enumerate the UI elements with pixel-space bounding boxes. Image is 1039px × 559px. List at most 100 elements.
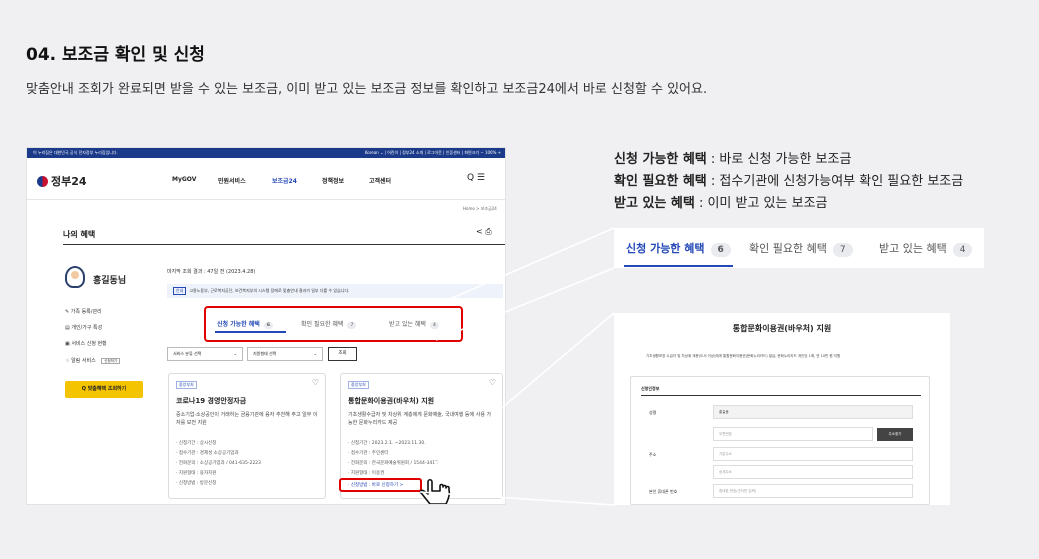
heart-icon[interactable]: ♡ [312, 378, 319, 387]
notice-text: 고용노동부, 근로복지공단, 보건복지부의 시스템 장애로 맞춤안내 결과가 일… [189, 288, 350, 293]
zoom-tab-available-count: 6 [710, 243, 731, 257]
last-query-result: 마지막 조회 결과 : 47일 전 (2023.4.28) [167, 269, 256, 275]
share-print-icons[interactable]: < ⎙ [476, 227, 492, 237]
zoom-active-underline [624, 265, 733, 267]
explain-available-text: : 바로 신청 가능한 보조금 [706, 152, 852, 167]
benefit-search-button[interactable]: Q 맞춤혜택 조회하기 [65, 381, 143, 398]
zoom-tab-check-needed[interactable]: 확인 필요한 혜택 7 [749, 240, 853, 257]
applicant-info-box: 신청인정보 성명 홍길동 우편번호 주소찾기 주소 기본주소 상세주소 본인 휴… [630, 376, 930, 505]
card-info-text: 접수기관 : 주민센터 [350, 451, 389, 456]
explain-check-needed: 확인 필요한 혜택 : 접수기관에 신청가능여부 확인 필요한 보조금 [614, 170, 963, 189]
card-info: · 지원형태 : 융자지원 [176, 471, 217, 476]
card-info: · 접수기관 : 경제성 소상공기업과 [176, 451, 239, 456]
nav-policy-info[interactable]: 정책정보 [322, 176, 344, 185]
explain-receiving: 받고 있는 혜택 : 이미 받고 있는 보조금 [614, 192, 828, 211]
zoom-tab-receiving-count: 4 [952, 243, 973, 257]
nav-civil-service[interactable]: 민원서비스 [218, 176, 246, 185]
logo-text: 정부24 [51, 175, 87, 188]
my-benefits-title: 나의 혜택 [63, 230, 96, 239]
divider [63, 244, 505, 245]
card-info: · 접수기관 : 주민센터 [348, 451, 389, 456]
query-button[interactable]: 조회 [328, 347, 357, 361]
card-info-text: 접수기관 : 경제성 소상공기업과 [178, 451, 239, 456]
card-desc: 중소기업·소상공인이 거래하는 금융기관에 융자 추천해 주고 일부 이자를 보… [176, 412, 318, 426]
zoom-tab-available[interactable]: 신청 가능한 혜택 6 [626, 240, 731, 257]
postcode-field[interactable]: 우편번호 [713, 427, 873, 441]
name-label: 성명 [649, 410, 657, 415]
card-tag: 중앙부처 [348, 381, 369, 389]
gov-banner: 이 누리집은 대한민국 공식 전자정부 누리집입니다. Korean ⌄ | 어… [27, 148, 505, 158]
heart-icon[interactable]: ♡ [489, 378, 496, 387]
site-header: 정부24 MyGOV 민원서비스 보조금24 정책정보 고객센터 Q ☰ [27, 158, 505, 200]
menu-household[interactable]: ▤ 개인/가구 특성 [65, 324, 102, 331]
zoom-tab-check-count: 7 [832, 243, 853, 257]
nav-subsidy24[interactable]: 보조금24 [272, 176, 297, 185]
notice-bar: 안내 고용노동부, 근로복지공단, 보건복지부의 시스템 장애로 맞춤안내 결과가… [167, 284, 503, 298]
portal-screenshot: 이 누리집은 대한민국 공식 전자정부 누리집입니다. Korean ⌄ | 어… [26, 147, 506, 505]
card-desc: 기초생활수급자 및 차상위 계층에게 문화예술, 국내여행 등에 사용 가능한 … [348, 412, 492, 426]
zoom-tab-available-label: 신청 가능한 혜택 [626, 242, 705, 255]
form-title: 통합문화이용권(바우처) 지원 [732, 324, 832, 333]
section-description: 맞춤안내 조회가 완료되면 받을 수 있는 보조금, 이미 받고 있는 보조금 … [26, 82, 708, 97]
card-tag: 중앙부처 [176, 381, 197, 389]
explain-receiving-term: 받고 있는 혜택 [614, 196, 695, 211]
taegeuk-icon [37, 175, 48, 187]
zoom-tab-check-label: 확인 필요한 혜택 [749, 242, 827, 255]
menu-family[interactable]: ✎ 가족 등록/관리 [65, 308, 102, 315]
application-form-preview: 통합문화이용권(바우처) 지원 기초생활보장 수급자 및 차상위 계층(도서 이… [614, 313, 950, 505]
address-field[interactable]: 기본주소 [713, 447, 913, 461]
site-logo[interactable]: 정부24 [37, 173, 87, 189]
breadcrumb: Home > 보조금24 [463, 206, 497, 211]
menu-status[interactable]: ▣ 서비스 신청 현황 [65, 340, 107, 347]
utility-links[interactable]: Korean ⌄ | 어린이 | 정부24 소개 | 로그아웃 | 인증센터 |… [365, 148, 501, 158]
card-info: · 신청기간 : 상시신청 [176, 441, 217, 446]
service-category-select[interactable]: 서비스 분류 선택 ⌄ [167, 347, 243, 361]
explain-receiving-text: : 이미 받고 있는 보조금 [694, 196, 828, 211]
chevron-down-icon: ⌄ [313, 351, 317, 356]
card-info: · 전화문의 : 소상공기업과 / 041-635-2223 [176, 461, 261, 466]
card-info: · 신청방법 : 방문신청 [176, 481, 217, 486]
address-detail-field[interactable]: 상세주소 [713, 465, 913, 479]
nav-customer-center[interactable]: 고객센터 [369, 176, 391, 185]
notice-badge: 안내 [173, 287, 187, 295]
address-search-button[interactable]: 주소찾기 [877, 428, 913, 441]
nav-mygov[interactable]: MyGOV [172, 176, 196, 183]
menu-alarm-label: 알림 서비스 [71, 358, 96, 364]
explain-available-term: 신청 가능한 혜택 [614, 152, 707, 167]
service-category-value: 서비스 분류 선택 [173, 351, 202, 356]
support-type-select[interactable]: 지원형태 선택 ⌄ [247, 347, 323, 361]
tabs-highlight-box [204, 306, 463, 342]
explain-available: 신청 가능한 혜택 : 바로 신청 가능한 보조금 [614, 148, 851, 167]
zoom-tab-receiving[interactable]: 받고 있는 혜택 4 [879, 240, 973, 257]
section-title: 04. 보조금 확인 및 신청 [26, 45, 205, 65]
card-title: 통합문화이용권(바우처) 지원 [348, 397, 435, 405]
search-menu-icons[interactable]: Q ☰ [467, 173, 485, 183]
phone-label: 본인 휴대폰 번호 [649, 489, 678, 494]
menu-status-label: 서비스 신청 현황 [71, 341, 107, 347]
name-field[interactable]: 홍길동 [713, 405, 913, 419]
card-info-text: 전화문의 : 소상공기업과 / 041-635-2223 [178, 461, 261, 466]
user-name: 홍길동님 [93, 276, 127, 286]
card-info: · 지원형태 : 이용권 [348, 471, 385, 476]
divider [641, 395, 921, 396]
form-desc: 기초생활보장 수급자 및 차상위 계층(도서 이상)에게 통합문화이용권(문화누… [646, 354, 841, 358]
explain-check-term: 확인 필요한 혜택 [614, 174, 707, 189]
benefit-card[interactable]: 중앙부처 ♡ 코로나19 경영안정자금 중소기업·소상공인이 거래하는 금융기관… [168, 373, 326, 499]
menu-family-label: 가족 등록/관리 [70, 309, 102, 315]
gov-banner-text: 이 누리집은 대한민국 공식 전자정부 누리집입니다. [33, 150, 118, 155]
zoom-tab-receiving-label: 받고 있는 혜택 [879, 242, 947, 255]
applicant-info-heading: 신청인정보 [641, 386, 660, 391]
pointer-hand-icon [419, 478, 451, 504]
phone-field[interactable]: 휴대폰 번호(숫자만 입력) [713, 484, 913, 498]
card-title: 코로나19 경영안정자금 [176, 397, 247, 405]
card-info-text: 지원형태 : 융자지원 [178, 471, 217, 476]
card-info-text: 신청기간 : 2023.2.1. ~2023.11.30. [350, 441, 426, 446]
card-info-text: 지원형태 : 이용권 [350, 471, 385, 476]
card-info: · 신청기간 : 2023.2.1. ~2023.11.30. [348, 441, 426, 446]
alarm-apply-badge[interactable]: 신청하기 [101, 358, 121, 364]
menu-alarm[interactable]: ♢ 알림 서비스 신청하기 [65, 357, 121, 364]
zoomed-tabs: 신청 가능한 혜택 6 확인 필요한 혜택 7 받고 있는 혜택 4 [614, 228, 984, 268]
explain-check-text: : 접수기관에 신청가능여부 확인 필요한 보조금 [706, 174, 964, 189]
support-type-value: 지원형태 선택 [253, 351, 277, 356]
card-info-text: 전화문의 : 한국문화예술위원회 / 1544-3412 [350, 461, 438, 466]
